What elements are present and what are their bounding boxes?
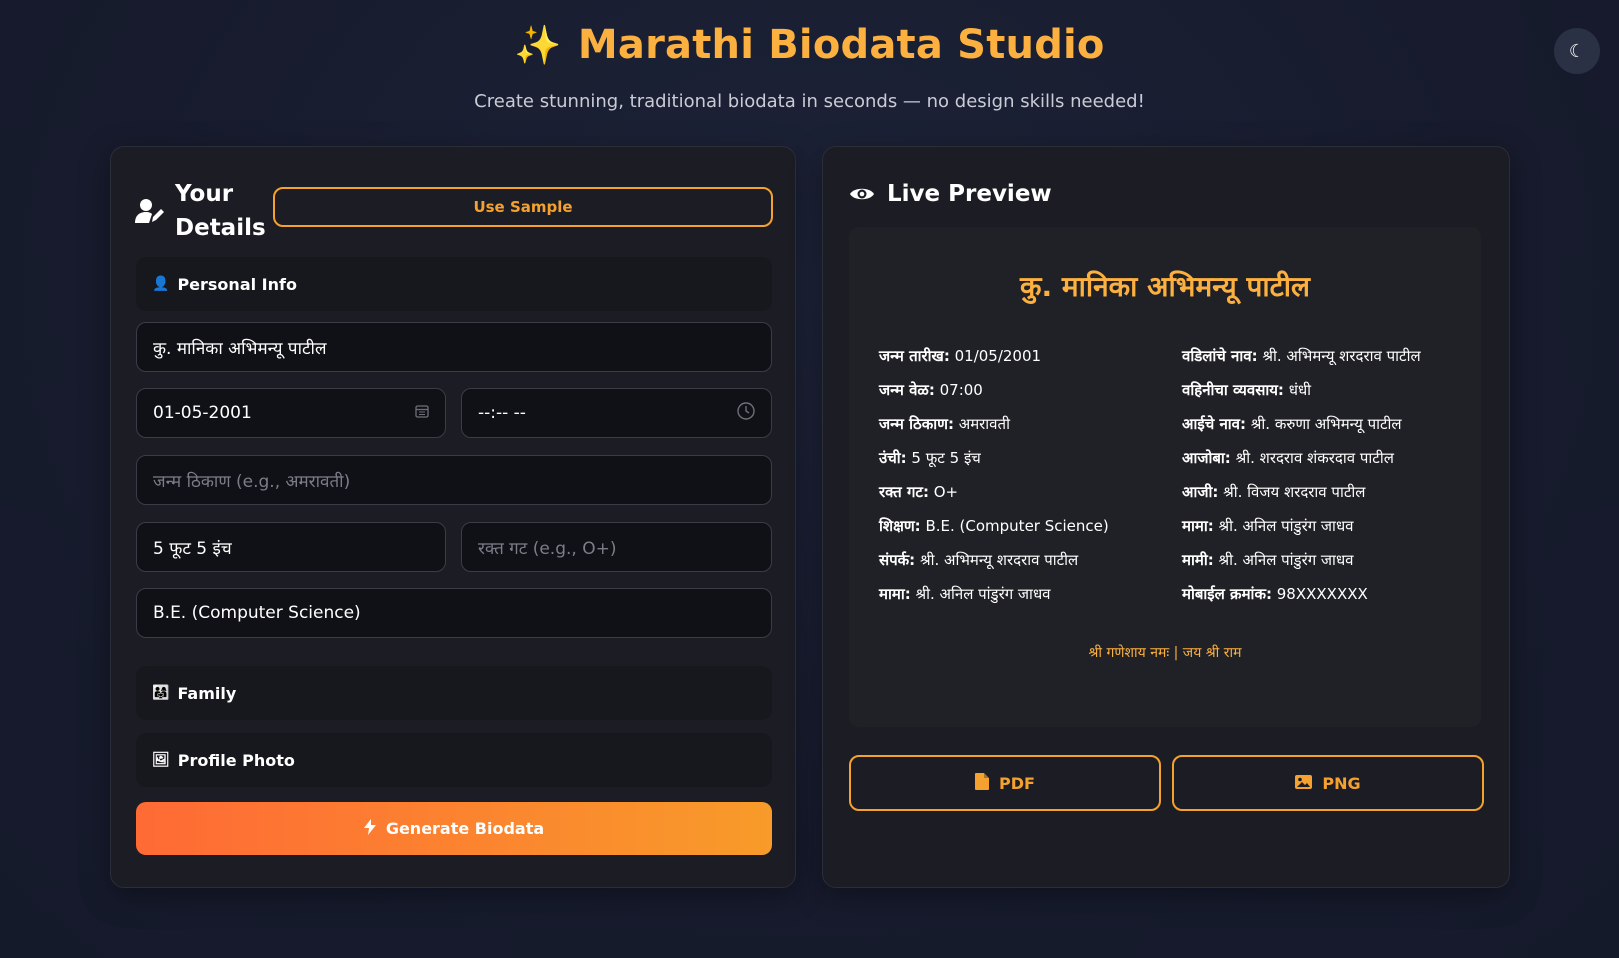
preview-row: उंची: 5 फूट 5 इंच <box>879 449 981 467</box>
preview-name: कु. मानिका अभिमन्यू पाटील <box>1019 270 1310 303</box>
user-edit-icon <box>135 196 165 226</box>
preview-row: वहिनीचा व्यवसाय: धंधी <box>1182 381 1312 399</box>
preview-row: जन्म तारीख: 01/05/2001 <box>879 347 1042 365</box>
person-icon: 👤 <box>152 276 170 292</box>
preview-row: मोबाईल क्रमांक: 98XXXXXXX <box>1182 585 1368 603</box>
preview-row: संपर्क: श्री. अभिमन्यू शरदराव पाटील <box>879 551 1079 569</box>
form-title: Your Details <box>175 181 266 241</box>
preview-row: जन्म वेळ: 07:00 <box>879 381 983 399</box>
preview-row: शिक्षण: B.E. (Computer Science) <box>879 517 1109 535</box>
section-family[interactable]: 👨‍👩‍👧 Family <box>136 666 772 720</box>
picture-icon: 🖼 <box>152 752 170 768</box>
eye-icon <box>847 179 877 209</box>
png-label: PNG <box>1322 773 1361 793</box>
generate-biodata-button[interactable]: Generate Biodata <box>136 802 772 855</box>
details-form-card: Your Details Use Sample 👤 Personal Info … <box>110 146 796 888</box>
education-value: B.E. (Computer Science) <box>153 603 361 623</box>
download-pdf-button[interactable]: PDF <box>849 755 1161 811</box>
download-png-button[interactable]: PNG <box>1172 755 1484 811</box>
form-header: Your Details <box>135 177 266 245</box>
image-icon <box>1295 774 1313 793</box>
app-subtitle: Create stunning, traditional biodata in … <box>474 91 1145 112</box>
preview-title: Live Preview <box>887 181 1052 207</box>
preview-row: आईचे नाव: श्री. करुणा अभिमन्यू पाटील <box>1182 415 1402 433</box>
generate-label: Generate Biodata <box>385 819 545 838</box>
full-name-value: कु. मानिका अभिमन्यू पाटील <box>153 338 327 359</box>
use-sample-button[interactable]: Use Sample <box>273 187 773 227</box>
blood-group-input[interactable]: रक्त गट (e.g., O+) <box>461 522 772 572</box>
preview-footer: श्री गणेशाय नमः | जय श्री राम <box>1088 645 1242 661</box>
preview-row: मामा: श्री. अनिल पांडुरंग जाधव <box>879 585 1051 603</box>
live-preview-card: Live Preview कु. मानिका अभिमन्यू पाटील ज… <box>822 146 1510 888</box>
height-value: 5 फूट 5 इंच <box>153 538 232 559</box>
clock-icon[interactable] <box>737 402 755 424</box>
birth-date-input[interactable]: 01-05-2001 <box>136 388 446 438</box>
preview-right-column: वडिलांचे नाव: श्री. अभिमन्यू शरदराव पाटी… <box>1182 339 1421 611</box>
moon-icon: ☾ <box>1568 40 1586 62</box>
blood-group-placeholder: रक्त गट (e.g., O+) <box>478 538 617 559</box>
preview-row: आजोबा: श्री. शरदराव शंकरदाव पाटील <box>1182 449 1394 467</box>
app-title-text: Marathi Biodata Studio <box>577 22 1105 68</box>
birth-place-input[interactable]: जन्म ठिकाण (e.g., अमरावती) <box>136 455 772 505</box>
section-personal-info[interactable]: 👤 Personal Info <box>136 257 772 311</box>
theme-toggle-button[interactable]: ☾ <box>1554 28 1600 74</box>
section-profile-photo[interactable]: 🖼 Profile Photo <box>136 733 772 787</box>
preview-row: रक्त गट: O+ <box>879 483 959 501</box>
pdf-file-icon <box>975 772 990 794</box>
birth-place-placeholder: जन्म ठिकाण (e.g., अमरावती) <box>153 471 351 492</box>
preview-header: Live Preview <box>847 177 1052 211</box>
section-label: Personal Info <box>177 274 297 294</box>
preview-row: मामा: श्री. अनिल पांडुरंग जाधव <box>1182 517 1354 535</box>
sparkles-icon: ✨ <box>514 22 562 67</box>
section-label: Family <box>177 683 237 703</box>
family-icon: 👨‍👩‍👧 <box>152 685 170 701</box>
preview-row: आजी: श्री. विजय शरदराव पाटील <box>1182 483 1366 501</box>
pdf-label: PDF <box>999 773 1035 793</box>
birth-date-value: 01-05-2001 <box>153 403 252 423</box>
birth-time-value: --:-- -- <box>478 403 526 423</box>
section-label: Profile Photo <box>177 750 295 770</box>
preview-row: जन्म ठिकाण: अमरावती <box>879 415 1010 433</box>
preview-row: वडिलांचे नाव: श्री. अभिमन्यू शरदराव पाटी… <box>1182 347 1421 365</box>
calendar-icon[interactable] <box>415 404 429 422</box>
full-name-input[interactable]: कु. मानिका अभिमन्यू पाटील <box>136 322 772 372</box>
biodata-preview: कु. मानिका अभिमन्यू पाटील जन्म तारीख: 01… <box>849 227 1481 727</box>
height-input[interactable]: 5 फूट 5 इंच <box>136 522 446 572</box>
birth-time-input[interactable]: --:-- -- <box>461 388 772 438</box>
app-title: ✨ Marathi Biodata Studio <box>0 22 1619 68</box>
bolt-icon <box>363 818 376 839</box>
education-input[interactable]: B.E. (Computer Science) <box>136 588 772 638</box>
preview-row: मामी: श्री. अनिल पांडुरंग जाधव <box>1182 551 1354 569</box>
preview-left-column: जन्म तारीख: 01/05/2001 जन्म वेळ: 07:00 ज… <box>879 339 1109 611</box>
